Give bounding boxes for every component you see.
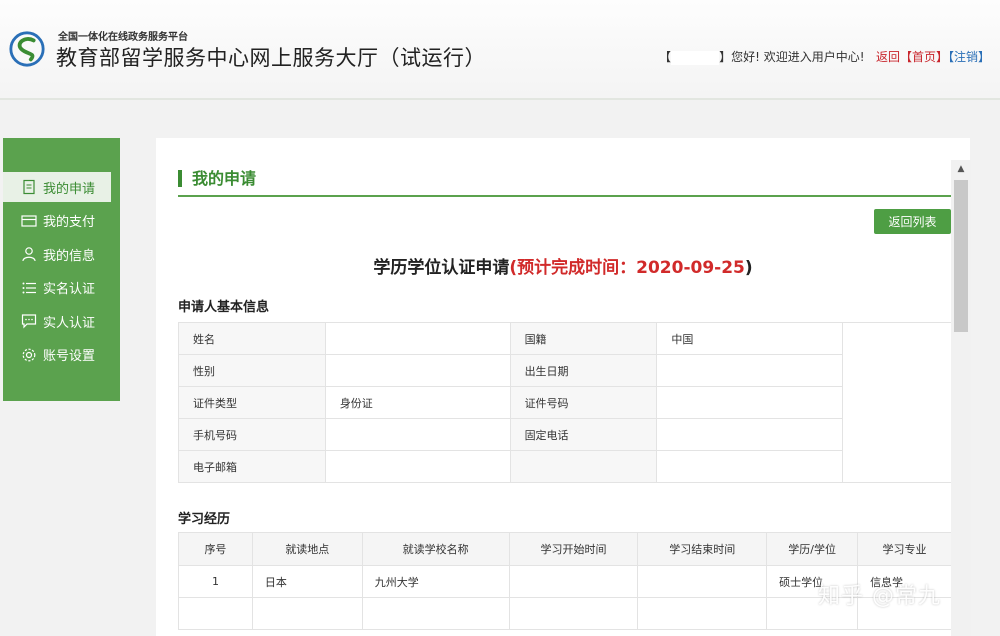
nationality-label: 国籍 [509, 322, 658, 355]
table-row: 性别 出生日期 [178, 354, 952, 387]
birth-date-label: 出生日期 [509, 354, 658, 387]
user-name-mask [671, 50, 720, 65]
main-panel: 我的申请 返回列表 学历学位认证申请(预计完成时间：2020-09-25) 申请… [156, 138, 970, 636]
sidebar-item-label: 实人认证 [43, 315, 96, 331]
sidebar-item-real-name-auth[interactable]: 实名认证 [3, 273, 120, 303]
mobile-value [324, 418, 511, 451]
column-header: 学习结束时间 [637, 532, 768, 566]
start-date [508, 565, 639, 598]
study-location: 日本 [251, 565, 363, 598]
application-type: 学历学位认证申请 [373, 258, 510, 278]
nationality-value: 中国 [656, 322, 844, 355]
empty-label [509, 450, 658, 483]
welcome-bar: 【 】您好! 欢迎进入用户中心! 返回【首页】【注销】 [659, 48, 990, 65]
back-link[interactable]: 返回 [876, 50, 900, 64]
school-name: 九州大学 [361, 565, 510, 598]
mobile-label: 手机号码 [178, 418, 326, 451]
id-type-value: 身份证 [324, 386, 511, 419]
card-icon [21, 214, 37, 227]
platform-name: 全国一体化在线政务服务平台 [58, 32, 188, 43]
logout-link[interactable]: 【注销】 [948, 50, 990, 64]
welcome-text: 】您好! 欢迎进入用户中心! [719, 50, 865, 64]
section-title: 我的申请 [178, 170, 256, 187]
column-header: 就读学校名称 [361, 532, 510, 566]
id-number-label: 证件号码 [509, 386, 658, 419]
list-icon [22, 282, 36, 293]
landline-value [656, 418, 844, 451]
logo-icon [9, 31, 45, 67]
column-header: 学历/学位 [766, 532, 859, 566]
column-header: 学习开始时间 [508, 532, 639, 566]
landline-label: 固定电话 [509, 418, 658, 451]
id-number-value [656, 386, 844, 419]
sidebar-item-label: 我的信息 [43, 248, 96, 264]
user-icon [22, 247, 36, 262]
sidebar-item-my-applications[interactable]: 我的申请 [3, 172, 111, 202]
sidebar-item-label: 我的支付 [43, 215, 96, 230]
application-title: 学历学位认证申请(预计完成时间：2020-09-25) [156, 253, 970, 278]
id-type-label: 证件类型 [178, 386, 326, 419]
basic-info-table: 姓名 国籍 中国 性别 出生日期 证件类型 身份证 证件号码 手机号码 固定电话… [178, 322, 952, 483]
back-to-list-button[interactable]: 返回列表 [874, 209, 951, 234]
paren-close: ) [744, 258, 753, 278]
page-header: 全国一体化在线政务服务平台 教育部留学服务中心网上服务大厅（试运行） 【 】您好!… [0, 0, 1000, 100]
column-header: 学习专业 [857, 532, 952, 566]
table-row: 电子邮箱 [178, 450, 952, 483]
sidebar-item-my-payments[interactable]: 我的支付 [3, 206, 120, 236]
email-value [324, 450, 511, 483]
scroll-up-arrow-icon[interactable]: ▲ [951, 160, 971, 178]
sidebar-item-person-auth[interactable]: 实人认证 [3, 306, 120, 336]
watermark: 知乎 @常九 [818, 584, 941, 609]
section-divider [178, 195, 951, 197]
sidebar-item-my-info[interactable]: 我的信息 [3, 239, 120, 269]
table-row: 手机号码 固定电话 [178, 418, 952, 451]
birth-date-value [656, 354, 844, 387]
table-row: 姓名 国籍 中国 [178, 322, 952, 483]
home-link[interactable]: 【首页】 [900, 50, 948, 64]
document-icon [23, 179, 35, 195]
estimated-completion: 预计完成时间：2020-09-25 [517, 258, 745, 278]
row-index: 1 [178, 565, 253, 598]
chat-icon [21, 314, 37, 329]
sidebar-item-label: 实名认证 [43, 282, 96, 297]
empty-value [656, 450, 844, 483]
site-title: 教育部留学服务中心网上服务大厅（试运行） [56, 46, 486, 70]
gender-value [324, 354, 511, 387]
photo-cell [842, 322, 952, 483]
gear-icon [22, 348, 36, 361]
table-header-row: 序号 就读地点 就读学校名称 学习开始时间 学习结束时间 学历/学位 学习专业 [178, 532, 952, 566]
study-history-heading: 学习经历 [178, 512, 231, 527]
column-header: 就读地点 [251, 532, 363, 566]
sidebar-item-label: 我的申请 [43, 181, 96, 197]
welcome-prefix: 【 [659, 50, 672, 64]
table-row: 证件类型 身份证 证件号码 [178, 386, 952, 419]
column-header: 序号 [178, 532, 253, 566]
end-date [637, 565, 768, 598]
vertical-scrollbar[interactable]: ▲ [951, 160, 971, 636]
name-value [324, 322, 511, 355]
sidebar: 我的申请 我的支付 我的信息 实名认证 实人认证 账号设置 [3, 138, 120, 401]
sidebar-item-account-settings[interactable]: 账号设置 [3, 340, 120, 370]
scroll-thumb[interactable] [954, 180, 968, 332]
paren-open: ( [509, 258, 518, 278]
gender-label: 性别 [178, 354, 326, 387]
name-label: 姓名 [178, 322, 326, 355]
sidebar-item-label: 账号设置 [43, 349, 96, 364]
basic-info-heading: 申请人基本信息 [178, 300, 270, 315]
email-label: 电子邮箱 [178, 450, 326, 483]
